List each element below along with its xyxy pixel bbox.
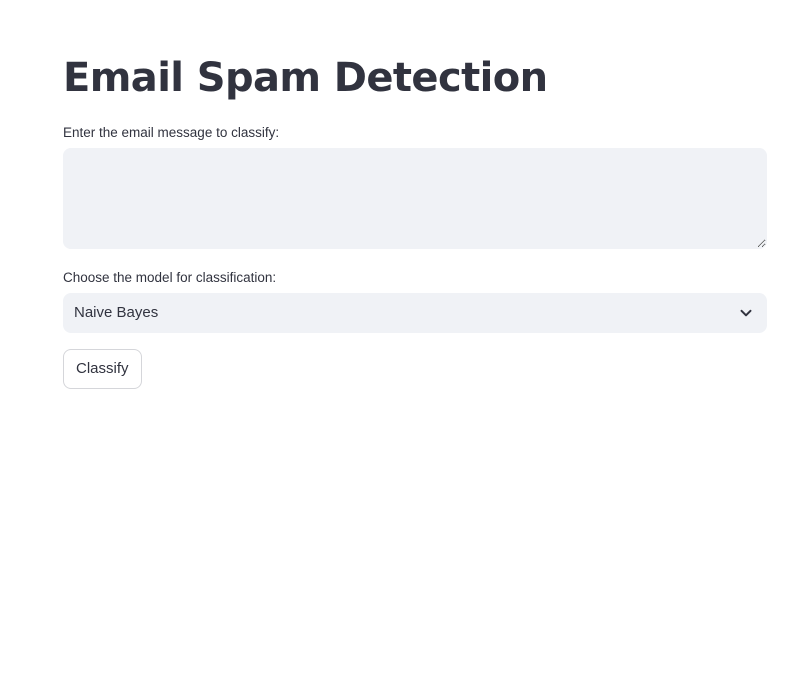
model-select[interactable]: Naive Bayes [63, 293, 767, 333]
page-title: Email Spam Detection [63, 55, 548, 101]
model-select-label: Choose the model for classification: [63, 270, 277, 285]
model-select-value: Naive Bayes [74, 304, 159, 321]
classify-button[interactable]: Classify [63, 349, 142, 389]
chevron-down-icon[interactable] [739, 306, 753, 320]
message-input-container [63, 148, 767, 249]
message-input[interactable] [63, 148, 767, 249]
app-page: Email Spam Detection Enter the email mes… [0, 0, 800, 695]
message-input-label: Enter the email message to classify: [63, 125, 280, 140]
